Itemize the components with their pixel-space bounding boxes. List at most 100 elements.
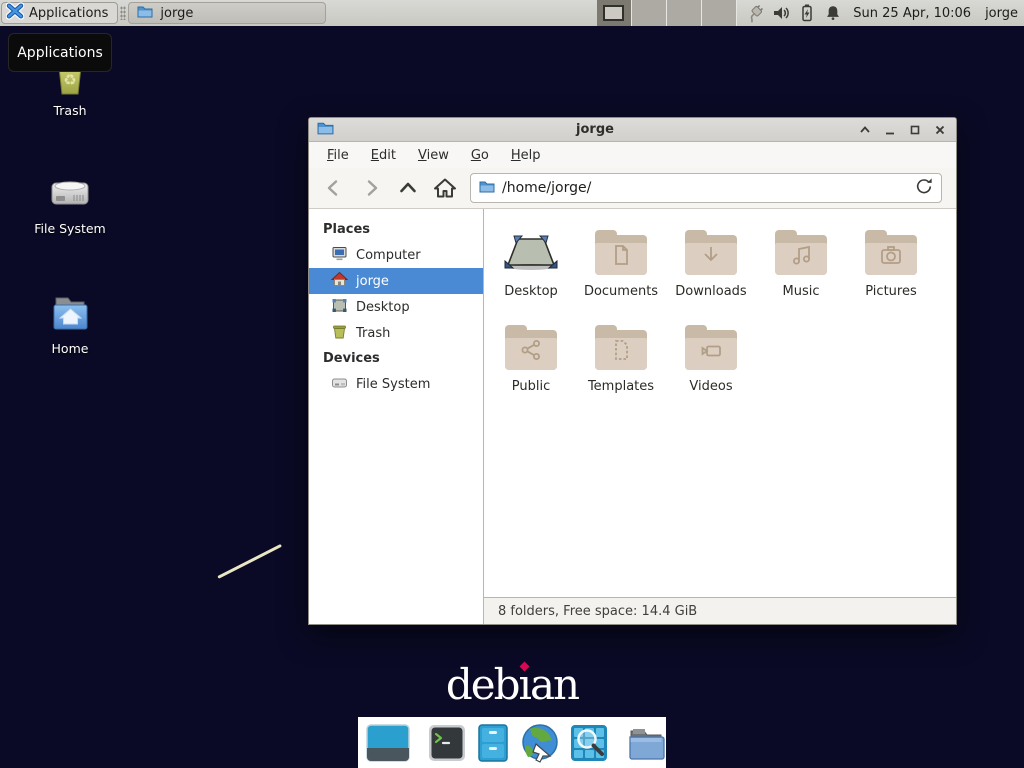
file-documents[interactable]: Documents xyxy=(576,223,666,318)
web-browser-launcher-icon[interactable] xyxy=(519,722,561,764)
applications-menu-button[interactable]: Applications xyxy=(1,2,118,24)
computer-icon xyxy=(331,245,348,266)
sidebar-item-jorge[interactable]: jorge xyxy=(309,268,483,294)
taskbar-window-button[interactable]: jorge xyxy=(128,2,326,24)
trash-small-icon xyxy=(331,323,348,344)
window-title: jorge xyxy=(334,122,856,137)
desktop-icon-label: Trash xyxy=(53,103,86,118)
file-templates[interactable]: Templates xyxy=(576,318,666,413)
workspace-switcher xyxy=(597,0,737,26)
tasklist-grip[interactable] xyxy=(120,6,126,20)
back-button[interactable] xyxy=(319,173,349,203)
places-header: Places xyxy=(309,217,483,242)
up-button[interactable] xyxy=(393,173,423,203)
home-icon xyxy=(331,271,348,292)
applications-tooltip: Applications xyxy=(8,33,112,72)
menu-view[interactable]: View xyxy=(412,148,455,163)
file-music[interactable]: Music xyxy=(756,223,846,318)
top-panel: Applications jorge xyxy=(0,0,1024,26)
app-finder-launcher-icon[interactable] xyxy=(569,723,609,763)
file-label: Downloads xyxy=(675,284,746,299)
menu-help[interactable]: Help xyxy=(505,148,547,163)
music-folder-icon xyxy=(775,230,827,275)
sidebar: Places Computer xyxy=(309,209,484,624)
videos-folder-icon xyxy=(685,325,737,370)
drive-small-icon xyxy=(331,374,348,395)
panel-username[interactable]: jorge xyxy=(985,6,1018,21)
workspace-2[interactable] xyxy=(632,0,667,26)
file-downloads[interactable]: Downloads xyxy=(666,223,756,318)
reload-icon[interactable] xyxy=(915,177,933,199)
folder-icon xyxy=(137,3,153,23)
desktop-line-artifact xyxy=(217,544,282,579)
close-button[interactable] xyxy=(931,121,948,138)
volume-icon[interactable] xyxy=(771,3,791,23)
maximize-button[interactable] xyxy=(906,121,923,138)
hard-drive-icon xyxy=(47,170,93,216)
workspace-1[interactable] xyxy=(597,0,632,26)
file-label: Pictures xyxy=(865,284,916,299)
home-button[interactable] xyxy=(430,173,460,203)
sidebar-item-trash[interactable]: Trash xyxy=(309,320,483,346)
sidebar-item-computer[interactable]: Computer xyxy=(309,242,483,268)
statusbar: 8 folders, Free space: 14.4 GiB xyxy=(484,597,956,624)
file-label: Templates xyxy=(588,379,654,394)
menu-file[interactable]: File xyxy=(321,148,355,163)
sidebar-item-file-system[interactable]: File System xyxy=(309,371,483,397)
battery-icon[interactable] xyxy=(797,3,817,23)
path-folder-icon xyxy=(479,178,495,198)
file-desktop[interactable]: Desktop xyxy=(486,223,576,318)
file-pictures[interactable]: Pictures xyxy=(846,223,936,318)
downloads-folder-icon xyxy=(685,230,737,275)
window-folder-icon xyxy=(317,119,334,140)
panel-clock[interactable]: Sun 25 Apr, 10:06 xyxy=(853,6,971,21)
file-label: Videos xyxy=(689,379,732,394)
menu-go[interactable]: Go xyxy=(465,148,495,163)
xfce-logo-icon xyxy=(6,2,24,24)
file-label: Music xyxy=(783,284,820,299)
templates-folder-icon xyxy=(595,325,647,370)
file-label: Public xyxy=(512,379,550,394)
notification-bell-icon[interactable] xyxy=(823,3,843,23)
bottom-dock xyxy=(358,717,666,768)
minimize-button[interactable] xyxy=(881,121,898,138)
workspace-3[interactable] xyxy=(667,0,702,26)
documents-folder-icon xyxy=(595,230,647,275)
show-desktop-icon[interactable] xyxy=(365,723,411,763)
forward-button[interactable] xyxy=(356,173,386,203)
desktop-icon xyxy=(331,297,348,318)
file-list: Desktop Documents xyxy=(484,209,956,597)
desktop-trapezoid-icon xyxy=(503,223,559,275)
folder-launcher-icon[interactable] xyxy=(625,723,667,763)
toolbar: /home/jorge/ xyxy=(309,168,956,209)
file-manager-launcher-icon[interactable] xyxy=(475,723,511,763)
file-label: Desktop xyxy=(504,284,558,299)
window-titlebar[interactable]: jorge xyxy=(309,118,956,142)
home-folder-icon xyxy=(47,290,93,336)
shade-button[interactable] xyxy=(856,121,873,138)
path-text: /home/jorge/ xyxy=(502,180,591,196)
menu-edit[interactable]: Edit xyxy=(365,148,402,163)
file-manager-window: jorge File Edit View Go Help xyxy=(308,117,957,625)
file-videos[interactable]: Videos xyxy=(666,318,756,413)
svg-text:♻: ♻ xyxy=(63,71,76,89)
taskbar-window-label: jorge xyxy=(160,6,193,21)
system-tray xyxy=(745,3,843,23)
pictures-folder-icon xyxy=(865,230,917,275)
applications-menu-label: Applications xyxy=(29,6,108,21)
workspace-window-thumb xyxy=(603,5,624,21)
path-bar-input[interactable]: /home/jorge/ xyxy=(470,173,942,203)
public-folder-icon xyxy=(505,325,557,370)
desktop-icon-home[interactable]: Home xyxy=(15,290,125,356)
desktop-icon-file-system[interactable]: File System xyxy=(15,170,125,236)
file-public[interactable]: Public xyxy=(486,318,576,413)
menubar: File Edit View Go Help xyxy=(309,142,956,168)
debian-logo: debıan xyxy=(0,660,1024,709)
file-label: Documents xyxy=(584,284,658,299)
workspace-4[interactable] xyxy=(702,0,737,26)
sidebar-item-desktop[interactable]: Desktop xyxy=(309,294,483,320)
terminal-launcher-icon[interactable] xyxy=(427,723,467,763)
desktop-icon-label: Home xyxy=(52,341,89,356)
desktop-icon-label: File System xyxy=(34,221,106,236)
network-icon[interactable] xyxy=(745,3,765,23)
